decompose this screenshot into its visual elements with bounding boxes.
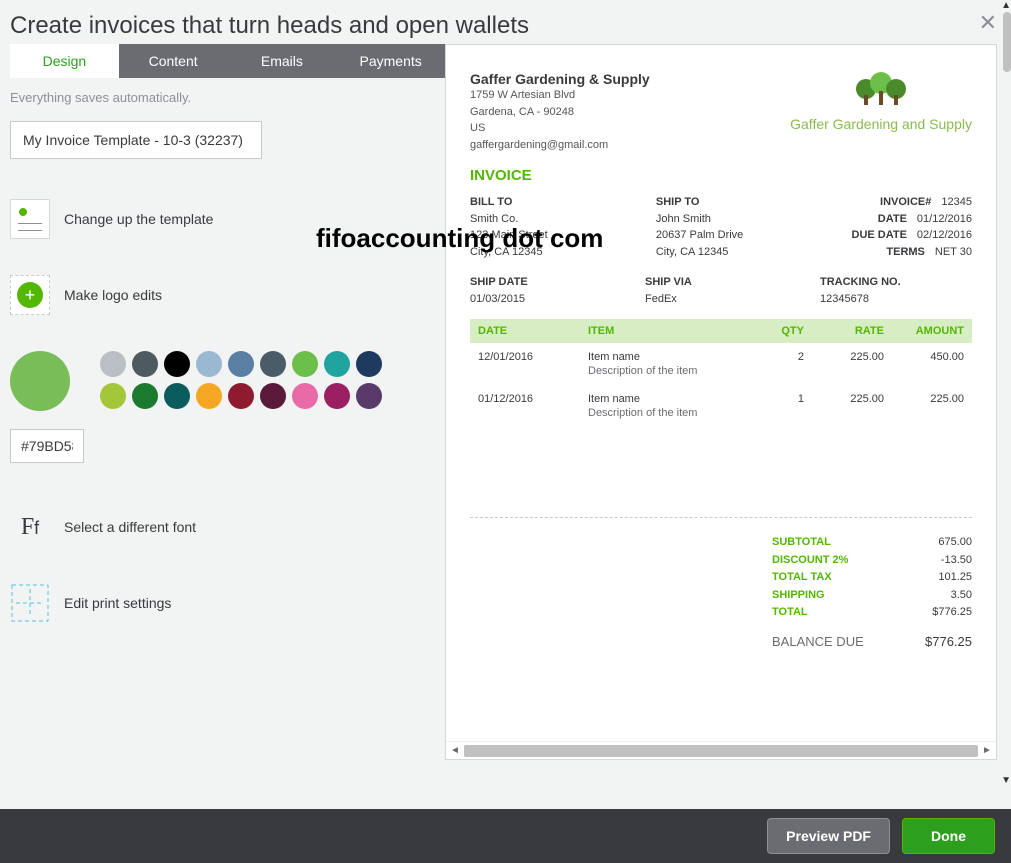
invoice-preview: fifoaccounting dot com Gaffer Gardening … [445,44,997,760]
preview-pdf-button[interactable]: Preview PDF [767,818,890,854]
color-swatch[interactable] [324,351,350,377]
color-swatch[interactable] [260,351,286,377]
plus-icon: + [17,282,43,308]
invoice-totals: SUBTOTAL675.00 DISCOUNT 2%-13.50 TOTAL T… [772,534,972,649]
vertical-scrollbar[interactable]: ▲ ▼ [1001,0,1011,790]
color-swatch[interactable] [324,383,350,409]
change-template-label: Change up the template [64,211,213,227]
print-settings-label: Edit print settings [64,595,171,611]
footer-bar: Preview PDF Done [0,809,1011,863]
invoice-heading: INVOICE [470,167,972,184]
tabs: Design Content Emails Payments [10,44,445,78]
bill-to: BILL TO Smith Co. 123 Main Street City, … [470,194,548,260]
color-swatch[interactable] [196,351,222,377]
company-address: 1759 W Artesian Blvd Gardena, CA - 90248… [470,87,650,153]
color-swatch[interactable] [356,383,382,409]
template-name-field[interactable]: My Invoice Template - 10-3 (32237) [10,121,262,159]
font-icon: Ff [10,507,50,547]
select-font-row[interactable]: Ff Select a different font [10,507,445,547]
invoice-meta: INVOICE#12345 DATE01/12/2016 DUE DATE02/… [852,194,972,260]
line-item: 01/12/2016 Item name 1 225.00 225.00 Des… [470,385,972,427]
tab-payments[interactable]: Payments [336,44,445,78]
color-swatch[interactable] [164,383,190,409]
scroll-right-icon[interactable]: ► [978,745,996,756]
color-picker [10,351,445,411]
color-swatch[interactable] [228,383,254,409]
color-swatch[interactable] [132,351,158,377]
shipping-info: SHIP DATE01/03/2015 SHIP VIAFedEx TRACKI… [470,274,972,307]
color-swatch[interactable] [196,383,222,409]
logo-caption: Gaffer Gardening and Supply [790,116,972,132]
scroll-left-icon[interactable]: ◄ [446,745,464,756]
swatch-grid [100,351,390,409]
scroll-down-icon[interactable]: ▼ [1001,775,1011,786]
tree-logo-icon [851,71,911,109]
color-swatch[interactable] [100,351,126,377]
ship-to: SHIP TO John Smith 20637 Palm Drive City… [656,194,743,260]
color-swatch[interactable] [292,351,318,377]
select-font-label: Select a different font [64,519,196,535]
close-icon[interactable]: ✕ [979,12,997,34]
print-icon [10,583,50,623]
template-icon [10,199,50,239]
color-swatch[interactable] [356,351,382,377]
color-swatch[interactable] [164,351,190,377]
page-title: Create invoices that turn heads and open… [10,12,529,40]
color-swatch[interactable] [260,383,286,409]
company-name: Gaffer Gardening & Supply [470,71,650,87]
print-settings-row[interactable]: Edit print settings [10,583,445,623]
scroll-up-icon[interactable]: ▲ [1001,0,1011,11]
logo-edits-label: Make logo edits [64,287,162,303]
tab-content[interactable]: Content [119,44,228,78]
design-sidebar: Design Content Emails Payments Everythin… [10,44,445,760]
logo-edits-row[interactable]: + Make logo edits [10,275,445,315]
done-button[interactable]: Done [902,818,995,854]
line-item: 12/01/2016 Item name 2 225.00 450.00 Des… [470,343,972,385]
horizontal-scrollbar[interactable]: ◄ ► [446,741,996,759]
color-swatch[interactable] [132,383,158,409]
autosave-note: Everything saves automatically. [10,90,445,105]
line-items-header: DATE ITEM QTY RATE AMOUNT [470,319,972,343]
color-swatch[interactable] [292,383,318,409]
company-logo: Gaffer Gardening and Supply [790,71,972,153]
color-swatch[interactable] [100,383,126,409]
color-swatch[interactable] [228,351,254,377]
tab-design[interactable]: Design [10,44,119,78]
change-template-row[interactable]: Change up the template [10,199,445,239]
tab-emails[interactable]: Emails [228,44,337,78]
selected-color-swatch[interactable] [10,351,70,411]
hex-input[interactable] [10,429,84,463]
add-logo-icon: + [10,275,50,315]
